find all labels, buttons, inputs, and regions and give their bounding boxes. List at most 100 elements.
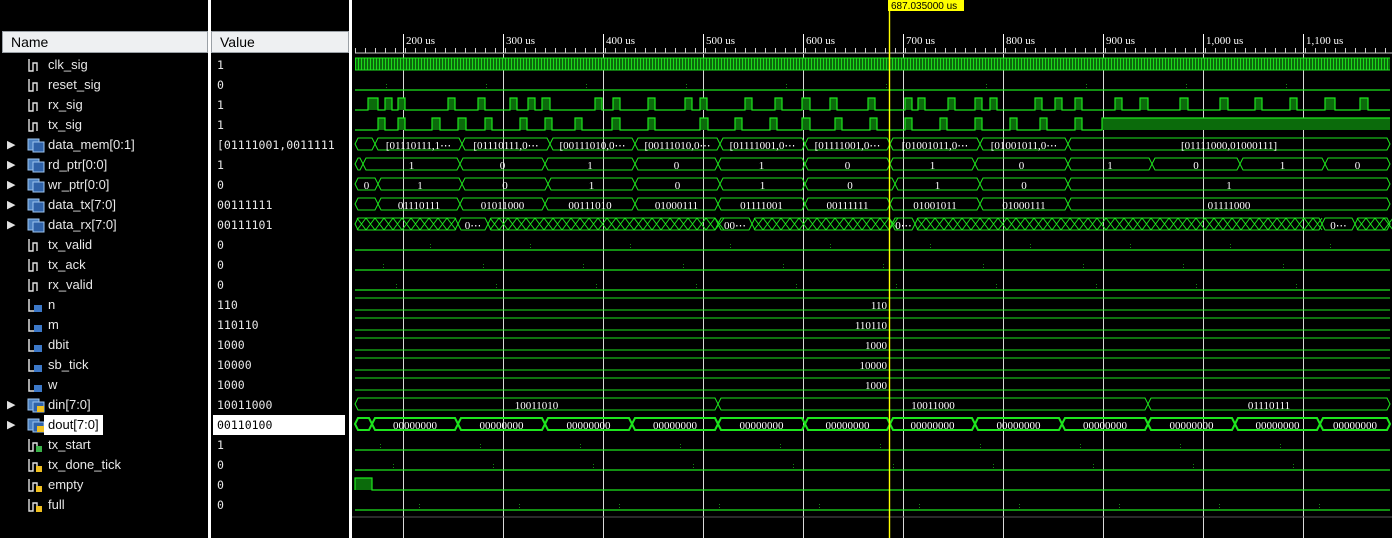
- waveform-pane[interactable]: 200 us 300 us 400 us 500 us 600 us 700 us 800 …: [352, 0, 1392, 538]
- signal-name: wr_ptr[0:0]: [48, 177, 110, 192]
- bit-high-fill: [1255, 98, 1262, 110]
- value-row-dbit[interactable]: 1000: [211, 335, 349, 355]
- value-row-data-mem-0-1[interactable]: [01111001,0011111: [211, 135, 349, 155]
- value-row-n[interactable]: 110: [211, 295, 349, 315]
- bus-value-label: [01001011,0⋯: [991, 140, 1058, 152]
- value-row-rx-valid[interactable]: 0: [211, 275, 349, 295]
- signal-row-w[interactable]: w: [0, 375, 208, 395]
- value-row-rx-sig[interactable]: 1: [211, 95, 349, 115]
- bit-high-fill: [868, 98, 875, 110]
- signal-row-reset-sig[interactable]: reset_sig: [0, 75, 208, 95]
- bit-high-fill: [1325, 98, 1335, 110]
- value-row-tx-sig[interactable]: 1: [211, 115, 349, 135]
- value-row-tx-done-tick[interactable]: 0: [211, 455, 349, 475]
- value-row-data-tx-7-0[interactable]: 00111111: [211, 195, 349, 215]
- signal-name: data_tx[7:0]: [48, 197, 116, 212]
- signal-row-tx-valid[interactable]: tx_valid: [0, 235, 208, 255]
- signal-row-rx-sig[interactable]: rx_sig: [0, 95, 208, 115]
- bus-value-label: [01110111,0⋯: [473, 140, 538, 152]
- output-signal-icon: [27, 478, 42, 492]
- value-row-full[interactable]: 0: [211, 495, 349, 515]
- bus-value-label: [01111001,0⋯: [730, 140, 796, 152]
- signal-value: 10011000: [217, 398, 273, 412]
- signal-row-tx-start[interactable]: tx_start: [0, 435, 208, 455]
- time-tick-label: 600 us: [806, 35, 835, 47]
- signal-value: 00111101: [217, 218, 273, 232]
- signal-name: clk_sig: [48, 57, 88, 72]
- cursor-time-label: 687.035000 us: [891, 1, 957, 12]
- value-row-tx-ack[interactable]: 0: [211, 255, 349, 275]
- value-row-din-7-0[interactable]: 10011000: [211, 395, 349, 415]
- signal-row-sb-tick[interactable]: sb_tick: [0, 355, 208, 375]
- name-column-header[interactable]: Name: [2, 31, 208, 53]
- value-row-clk-sig[interactable]: 1: [211, 55, 349, 75]
- value-row-rd-ptr-0-0[interactable]: 1: [211, 155, 349, 175]
- signal-name: rx_valid: [48, 277, 93, 292]
- bit-high-fill: [385, 98, 392, 110]
- expand-arrow-icon[interactable]: ▶: [7, 175, 15, 195]
- signal-row-data-mem-0-1[interactable]: ▶ data_mem[0:1]: [0, 135, 208, 155]
- bus-value-label: 00000000: [567, 420, 612, 432]
- expand-arrow-icon[interactable]: ▶: [7, 195, 15, 215]
- expand-arrow-icon[interactable]: ▶: [7, 155, 15, 175]
- signal-row-rd-ptr-0-0[interactable]: ▶ rd_ptr[0:0]: [0, 155, 208, 175]
- value-column-header[interactable]: Value: [211, 31, 349, 53]
- bus-value-label: 00000000: [480, 420, 525, 432]
- waveform-canvas[interactable]: 200 us 300 us 400 us 500 us 600 us 700 us 800 …: [352, 0, 1392, 538]
- value-row-tx-valid[interactable]: 0: [211, 235, 349, 255]
- signal-row-empty[interactable]: empty: [0, 475, 208, 495]
- bus-value-label: 01011000: [481, 200, 525, 212]
- signal-names-pane: Name clk_sig reset_sig rx_sig tx_sig ▶ da…: [0, 0, 208, 538]
- value-row-tx-start[interactable]: 1: [211, 435, 349, 455]
- bit-high-fill: [1140, 98, 1148, 110]
- time-tick-label: 700 us: [906, 35, 935, 47]
- value-row-m[interactable]: 110110: [211, 315, 349, 335]
- bus-value-label: 1: [1280, 160, 1286, 172]
- logic-signal-icon: [27, 58, 41, 72]
- bus-array-icon: [27, 198, 45, 213]
- logic-signal-icon: [27, 118, 41, 132]
- bit-high-fill: [802, 98, 810, 110]
- signal-row-data-tx-7-0[interactable]: ▶ data_tx[7:0]: [0, 195, 208, 215]
- signal-row-din-7-0[interactable]: ▶ din[7:0]: [0, 395, 208, 415]
- bus-value-label: 00000000: [826, 420, 871, 432]
- value-row-dout-7-0[interactable]: 00110100: [211, 415, 349, 435]
- signal-name: data_mem[0:1]: [48, 137, 135, 152]
- bus-value-label: 0: [1019, 160, 1025, 172]
- bus-value-label: 01000111: [1002, 200, 1045, 212]
- signal-row-wr-ptr-0-0[interactable]: ▶ wr_ptr[0:0]: [0, 175, 208, 195]
- expand-arrow-icon[interactable]: ▶: [7, 415, 15, 435]
- value-row-sb-tick[interactable]: 10000: [211, 355, 349, 375]
- signal-name: tx_ack: [48, 257, 86, 272]
- bus-value-label: 0: [674, 160, 680, 172]
- signal-row-dout-7-0[interactable]: ▶ dout[7:0]: [0, 415, 208, 435]
- expand-arrow-icon[interactable]: ▶: [7, 395, 15, 415]
- signal-name: rd_ptr[0:0]: [48, 157, 108, 172]
- signal-row-n[interactable]: n: [0, 295, 208, 315]
- signal-row-tx-done-tick[interactable]: tx_done_tick: [0, 455, 208, 475]
- constant-icon: [27, 338, 42, 352]
- expand-arrow-icon[interactable]: ▶: [7, 135, 15, 155]
- value-row-w[interactable]: 1000: [211, 375, 349, 395]
- value-row-wr-ptr-0-0[interactable]: 0: [211, 175, 349, 195]
- signal-row-clk-sig[interactable]: clk_sig: [0, 55, 208, 75]
- signal-row-full[interactable]: full: [0, 495, 208, 515]
- bus-array-icon: [27, 158, 45, 173]
- signal-row-data-rx-7-0[interactable]: ▶ data_rx[7:0]: [0, 215, 208, 235]
- bit-high-fill: [948, 98, 955, 110]
- signal-row-tx-ack[interactable]: tx_ack: [0, 255, 208, 275]
- time-tick-label: 1,100 us: [1306, 35, 1343, 47]
- signal-row-dbit[interactable]: dbit: [0, 335, 208, 355]
- value-row-reset-sig[interactable]: 0: [211, 75, 349, 95]
- bit-high-fill: [510, 98, 517, 110]
- bus-value-label: 1: [1107, 160, 1113, 172]
- signal-row-m[interactable]: m: [0, 315, 208, 335]
- value-row-empty[interactable]: 0: [211, 475, 349, 495]
- logic-signal-icon: [27, 238, 41, 252]
- bit-high-fill: [700, 118, 708, 130]
- signal-row-tx-sig[interactable]: tx_sig: [0, 115, 208, 135]
- output-signal-icon: [27, 458, 42, 472]
- signal-row-rx-valid[interactable]: rx_valid: [0, 275, 208, 295]
- value-row-data-rx-7-0[interactable]: 00111101: [211, 215, 349, 235]
- expand-arrow-icon[interactable]: ▶: [7, 215, 15, 235]
